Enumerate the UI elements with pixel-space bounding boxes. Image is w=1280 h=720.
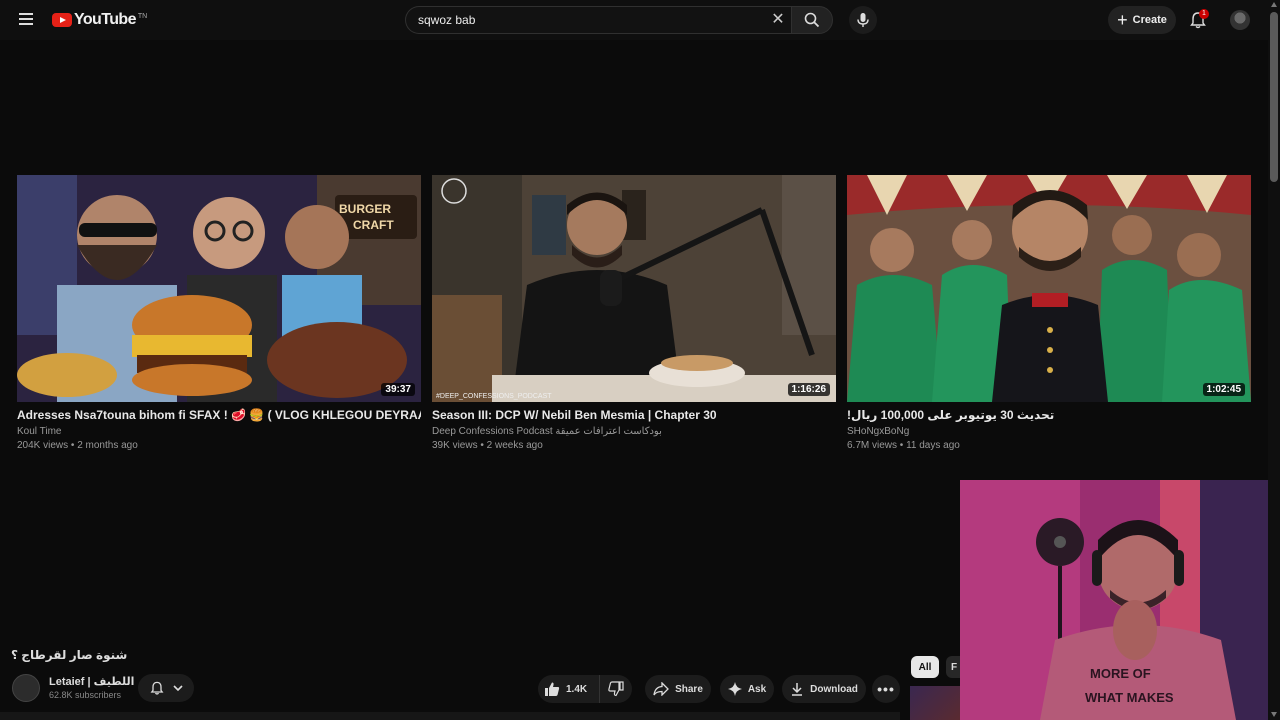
- shirt-text: MORE OF: [1090, 666, 1151, 681]
- search-button[interactable]: [791, 6, 833, 34]
- page-scrollbar[interactable]: [1268, 0, 1280, 720]
- video-duration: 39:37: [381, 383, 415, 396]
- chip-next[interactable]: F: [946, 656, 960, 678]
- chevron-down-icon: [173, 685, 183, 692]
- video-title[interactable]: Season III: DCP W/ Nebil Ben Mesmia | Ch…: [432, 408, 836, 422]
- video-meta: 204K views • 2 months ago: [17, 440, 138, 451]
- search-icon: [804, 12, 820, 28]
- watch-channel-name[interactable]: Letaief | اللطيف: [49, 675, 134, 688]
- video-thumbnail[interactable]: #DEEP_CONFESSIONS_PODCAST 1:16:26: [432, 175, 836, 402]
- video-title[interactable]: تحديث 30 يوتيوبر على 100,000 ريال!: [847, 408, 1251, 422]
- description-box-edge: [0, 712, 900, 720]
- ask-label: Ask: [747, 683, 767, 695]
- share-label: Share: [675, 683, 703, 695]
- video-card[interactable]: BURGER CRAFT 39:37 Adresses Nsa7touna bi…: [17, 175, 421, 451]
- chip-all[interactable]: All: [911, 656, 939, 678]
- subscriber-count: 62.8K subscribers: [49, 690, 122, 700]
- play-logo-icon: [52, 13, 72, 27]
- video-title[interactable]: Adresses Nsa7touna bihom fi SFAX ! 🥩 🍔 (…: [17, 408, 421, 422]
- like-dislike-group: 1.4K: [538, 675, 632, 703]
- sparkle-icon: [727, 682, 742, 696]
- like-button[interactable]: 1.4K: [538, 675, 600, 703]
- download-button[interactable]: Download: [782, 675, 866, 703]
- channel-avatar[interactable]: [12, 674, 40, 702]
- thumbs-down-icon: [608, 681, 624, 697]
- video-meta: 6.7M views • 11 days ago: [847, 440, 960, 451]
- scroll-up-arrow-icon[interactable]: [1271, 2, 1277, 7]
- video-card[interactable]: #DEEP_CONFESSIONS_PODCAST 1:16:26 Season…: [432, 175, 836, 451]
- plus-icon: +: [1117, 10, 1128, 30]
- scroll-down-arrow-icon[interactable]: [1271, 712, 1277, 717]
- thumb-sign-text-2: CRAFT: [353, 218, 394, 232]
- video-thumbnail[interactable]: BURGER CRAFT 39:37: [17, 175, 421, 402]
- account-avatar[interactable]: [1230, 10, 1250, 30]
- youtube-logo[interactable]: YouTube TN: [52, 11, 147, 29]
- like-count: 1.4K: [566, 683, 588, 695]
- channel-name[interactable]: Deep Confessions Podcast بودكاست اعترافا…: [432, 426, 836, 437]
- video-card[interactable]: 1:02:45 تحديث 30 يوتيوبر على 100,000 ريا…: [847, 175, 1251, 451]
- search-bar: ✕: [405, 6, 833, 34]
- create-button[interactable]: + Create: [1108, 6, 1176, 34]
- more-actions-button[interactable]: •••: [872, 675, 900, 703]
- microphone-icon: [857, 13, 869, 27]
- thumbnail-art: [847, 175, 1251, 402]
- download-label: Download: [810, 683, 858, 695]
- related-video-thumbnail[interactable]: [910, 686, 960, 720]
- video-thumbnail[interactable]: 1:02:45: [847, 175, 1251, 402]
- thumb-sign-text: BURGER: [339, 202, 391, 216]
- video-duration: 1:02:45: [1202, 383, 1245, 396]
- clear-search-icon[interactable]: ✕: [769, 11, 787, 29]
- webcam-overlay: MORE OF WHAT MAKES: [960, 480, 1280, 720]
- notification-badge: 1: [1199, 9, 1209, 19]
- menu-icon[interactable]: [16, 10, 36, 30]
- logo-text: YouTube: [74, 11, 136, 28]
- logo-region: TN: [137, 12, 148, 20]
- channel-name[interactable]: SHoNgxBoNg: [847, 426, 1251, 437]
- thumbs-up-icon: [545, 682, 560, 696]
- watch-video-title: شنوة صار لقرطاج ؟: [11, 648, 128, 662]
- bell-icon: [150, 681, 164, 695]
- thumbnail-art: BURGER CRAFT: [17, 175, 421, 402]
- video-duration: 1:16:26: [787, 383, 830, 396]
- voice-search-button[interactable]: [849, 6, 877, 34]
- video-meta: 39K views • 2 weeks ago: [432, 440, 543, 451]
- more-horizontal-icon: •••: [877, 681, 895, 697]
- share-button[interactable]: Share: [645, 675, 711, 703]
- search-input[interactable]: [405, 6, 792, 34]
- shirt-text: WHAT MAKES: [1085, 690, 1174, 705]
- share-icon: [653, 682, 670, 696]
- ask-button[interactable]: Ask: [720, 675, 774, 703]
- create-label: Create: [1132, 14, 1167, 26]
- scrollbar-thumb[interactable]: [1270, 12, 1278, 182]
- top-bar: YouTube TN ✕ + Create 1: [0, 0, 1268, 40]
- youtube-page: YouTube TN ✕ + Create 1: [0, 0, 1280, 720]
- thumb-podcast-text: #DEEP_CONFESSIONS_PODCAST: [436, 393, 552, 400]
- webcam-art: MORE OF WHAT MAKES: [960, 480, 1280, 720]
- download-icon: [792, 683, 803, 696]
- subscription-notifications-button[interactable]: [138, 674, 194, 702]
- thumbnail-art: #DEEP_CONFESSIONS_PODCAST: [432, 175, 836, 402]
- channel-name[interactable]: Koul Time: [17, 426, 421, 437]
- dislike-button[interactable]: [600, 675, 632, 703]
